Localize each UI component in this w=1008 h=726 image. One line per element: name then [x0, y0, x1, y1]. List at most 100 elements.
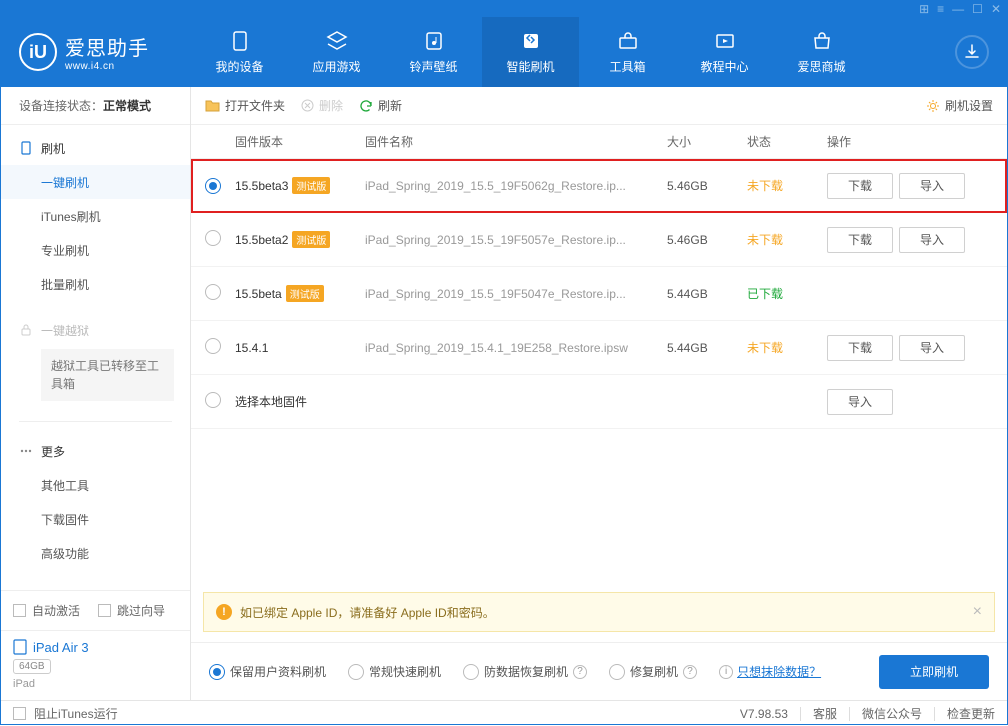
import-button[interactable]: 导入: [899, 173, 965, 199]
flash-now-button[interactable]: 立即刷机: [879, 655, 989, 689]
sidebar-head-jailbreak: 一键越狱: [1, 313, 190, 347]
open-folder-button[interactable]: 打开文件夹: [205, 97, 285, 114]
help-icon[interactable]: ?: [573, 665, 587, 679]
check-update-link[interactable]: 检查更新: [947, 705, 995, 722]
nav-label: 智能刷机: [506, 58, 554, 75]
nav-toolbox[interactable]: 工具箱: [579, 17, 676, 87]
mode-radio[interactable]: [463, 664, 479, 680]
tutorial-icon: [714, 30, 736, 52]
import-button[interactable]: 导入: [899, 335, 965, 361]
nav-flash[interactable]: 智能刷机: [482, 17, 579, 87]
mode-radio[interactable]: [348, 664, 364, 680]
firmware-radio[interactable]: [205, 338, 221, 354]
sidebar-item[interactable]: 批量刷机: [1, 267, 190, 301]
toolbox-icon: [617, 30, 639, 52]
flash-mode-option[interactable]: 修复刷机?: [609, 663, 697, 680]
firmware-size: 5.44GB: [667, 341, 747, 355]
support-link[interactable]: 客服: [813, 705, 837, 722]
firmware-status: 未下载: [747, 339, 827, 356]
col-status: 状态: [747, 133, 827, 150]
apps-icon: [326, 30, 348, 52]
gear-icon: [926, 99, 940, 113]
firmware-name: iPad_Spring_2019_15.5_19F5047e_Restore.i…: [365, 287, 667, 301]
list-icon[interactable]: ≡: [937, 2, 944, 16]
flash-settings-button[interactable]: 刷机设置: [926, 97, 993, 114]
logo-subtitle: www.i4.cn: [65, 61, 149, 72]
auto-activate-checkbox[interactable]: [13, 604, 26, 617]
help-icon[interactable]: ?: [683, 665, 697, 679]
firmware-version: 选择本地固件: [235, 393, 365, 410]
wechat-link[interactable]: 微信公众号: [862, 705, 922, 722]
sidebar-item[interactable]: 下载固件: [1, 502, 190, 536]
flash-mode-option[interactable]: 常规快速刷机: [348, 663, 441, 680]
firmware-radio[interactable]: [205, 178, 221, 194]
nav-apps[interactable]: 应用游戏: [288, 17, 385, 87]
flash-mode-option[interactable]: 保留用户资料刷机: [209, 663, 326, 680]
device-name[interactable]: iPad Air 3: [13, 639, 178, 655]
block-itunes-checkbox[interactable]: [13, 707, 26, 720]
nav-store[interactable]: 爱思商城: [773, 17, 870, 87]
download-button[interactable]: 下载: [827, 335, 893, 361]
col-version: 固件版本: [235, 133, 365, 150]
nav-tutorial[interactable]: 教程中心: [676, 17, 773, 87]
download-button[interactable]: 下载: [827, 173, 893, 199]
firmware-row[interactable]: 15.4.1iPad_Spring_2019_15.4.1_19E258_Res…: [191, 321, 1007, 375]
firmware-status: 未下载: [747, 231, 827, 248]
warning-icon: !: [216, 604, 232, 620]
nav-device[interactable]: 我的设备: [191, 17, 288, 87]
download-manager-button[interactable]: [955, 35, 989, 69]
music-icon: [423, 30, 445, 52]
minimize-icon[interactable]: —: [952, 2, 964, 16]
firmware-table-header: 固件版本 固件名称 大小 状态 操作: [191, 125, 1007, 159]
nav-label: 教程中心: [700, 58, 748, 75]
sidebar-head-flash[interactable]: 刷机: [1, 131, 190, 165]
app-version: V7.98.53: [740, 707, 788, 721]
refresh-button[interactable]: 刷新: [359, 97, 402, 114]
flash-icon: [19, 141, 33, 155]
firmware-radio[interactable]: [205, 392, 221, 408]
firmware-row[interactable]: 15.5beta2测试版iPad_Spring_2019_15.5_19F505…: [191, 213, 1007, 267]
flash-mode-option[interactable]: 防数据恢复刷机?: [463, 663, 587, 680]
mode-radio[interactable]: [609, 664, 625, 680]
download-button[interactable]: 下载: [827, 227, 893, 253]
status-bar: 阻止iTunes运行 V7.98.53 客服 微信公众号 检查更新: [1, 700, 1007, 726]
sidebar-head-more[interactable]: 更多: [1, 434, 190, 468]
sidebar-item[interactable]: 一键刷机: [1, 165, 190, 199]
maximize-icon[interactable]: ☐: [972, 2, 983, 16]
firmware-version: 15.5beta3测试版: [235, 177, 365, 194]
mode-radio[interactable]: [209, 664, 225, 680]
firmware-row[interactable]: 15.5beta测试版iPad_Spring_2019_15.5_19F5047…: [191, 267, 1007, 321]
nav-label: 爱思商城: [797, 58, 845, 75]
firmware-row[interactable]: 15.5beta3测试版iPad_Spring_2019_15.5_19F506…: [191, 159, 1007, 213]
nav-music[interactable]: 铃声壁纸: [385, 17, 482, 87]
sidebar-item[interactable]: iTunes刷机: [1, 199, 190, 233]
grid-icon[interactable]: ⊞: [919, 2, 929, 16]
delete-button[interactable]: 删除: [301, 97, 343, 114]
main-nav: 我的设备 应用游戏铃声壁纸智能刷机 工具箱教程中心 爱思商城: [191, 17, 937, 87]
device-storage: 64GB: [13, 659, 51, 674]
firmware-name: iPad_Spring_2019_15.5_19F5062g_Restore.i…: [365, 179, 667, 193]
firmware-radio[interactable]: [205, 230, 221, 246]
folder-icon: [205, 99, 220, 112]
import-button[interactable]: 导入: [827, 389, 893, 415]
firmware-status: 已下载: [747, 285, 827, 302]
firmware-size: 5.46GB: [667, 179, 747, 193]
close-icon[interactable]: ✕: [991, 2, 1001, 16]
ipad-icon: [13, 639, 27, 655]
firmware-version: 15.5beta测试版: [235, 285, 365, 302]
skip-guide-checkbox[interactable]: [98, 604, 111, 617]
erase-data-link[interactable]: 只想抹除数据？: [737, 663, 821, 680]
sidebar-item[interactable]: 专业刷机: [1, 233, 190, 267]
nav-label: 我的设备: [215, 58, 263, 75]
info-icon[interactable]: i: [719, 665, 733, 679]
sidebar-item[interactable]: 其他工具: [1, 468, 190, 502]
delete-icon: [301, 99, 314, 112]
firmware-radio[interactable]: [205, 284, 221, 300]
close-notice-button[interactable]: ×: [973, 603, 982, 621]
sidebar-item[interactable]: 高级功能: [1, 536, 190, 570]
refresh-icon: [359, 99, 373, 113]
firmware-version: 15.5beta2测试版: [235, 231, 365, 248]
firmware-row[interactable]: 选择本地固件 导入: [191, 375, 1007, 429]
toolbar: 打开文件夹 删除 刷新 刷机设置: [191, 87, 1007, 125]
import-button[interactable]: 导入: [899, 227, 965, 253]
